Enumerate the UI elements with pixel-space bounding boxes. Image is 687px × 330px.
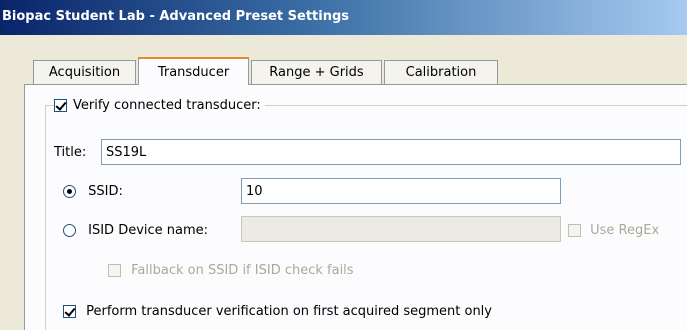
title-bar: Biopac Student Lab - Advanced Preset Set… xyxy=(0,0,687,35)
verify-transducer-checkbox[interactable]: Verify connected transducer: xyxy=(54,94,265,116)
isid-radio[interactable]: ISID Device name: xyxy=(63,223,208,238)
checkbox-icon xyxy=(54,98,67,112)
fallback-ssid-checkbox[interactable]: Fallback on SSID if ISID check fails xyxy=(108,263,354,278)
radio-icon xyxy=(63,224,76,237)
radio-selected-icon xyxy=(63,185,76,198)
checkbox-icon xyxy=(63,305,76,318)
first-segment-only-label: Perform transducer verification on first… xyxy=(86,304,492,319)
tab-label: Acquisition xyxy=(48,65,121,80)
isid-label: ISID Device name: xyxy=(88,223,209,238)
use-regex-label: Use RegEx xyxy=(590,223,660,238)
first-segment-only-checkbox[interactable]: Perform transducer verification on first… xyxy=(63,304,492,319)
checkbox-icon xyxy=(108,264,121,277)
ssid-label: SSID: xyxy=(88,184,123,199)
tab-range-grids[interactable]: Range + Grids xyxy=(251,60,382,84)
tab-label: Transducer xyxy=(157,65,230,80)
use-regex-checkbox[interactable]: Use RegEx xyxy=(568,223,659,238)
title-input[interactable]: SS19L xyxy=(101,139,681,165)
tab-label: Calibration xyxy=(405,65,477,80)
ssid-input[interactable]: 10 xyxy=(241,178,561,204)
checkbox-icon xyxy=(568,224,581,237)
window-title: Biopac Student Lab - Advanced Preset Set… xyxy=(2,9,350,24)
title-label: Title: xyxy=(54,145,87,160)
tab-label: Range + Grids xyxy=(269,65,364,80)
fallback-ssid-label: Fallback on SSID if ISID check fails xyxy=(131,263,354,278)
verify-transducer-label: Verify connected transducer: xyxy=(73,97,261,113)
tab-calibration[interactable]: Calibration xyxy=(384,60,498,84)
ssid-radio[interactable]: SSID: xyxy=(63,184,123,199)
tab-transducer[interactable]: Transducer xyxy=(138,57,249,85)
tab-acquisition[interactable]: Acquisition xyxy=(33,60,136,84)
isid-device-name-input[interactable] xyxy=(241,216,561,242)
